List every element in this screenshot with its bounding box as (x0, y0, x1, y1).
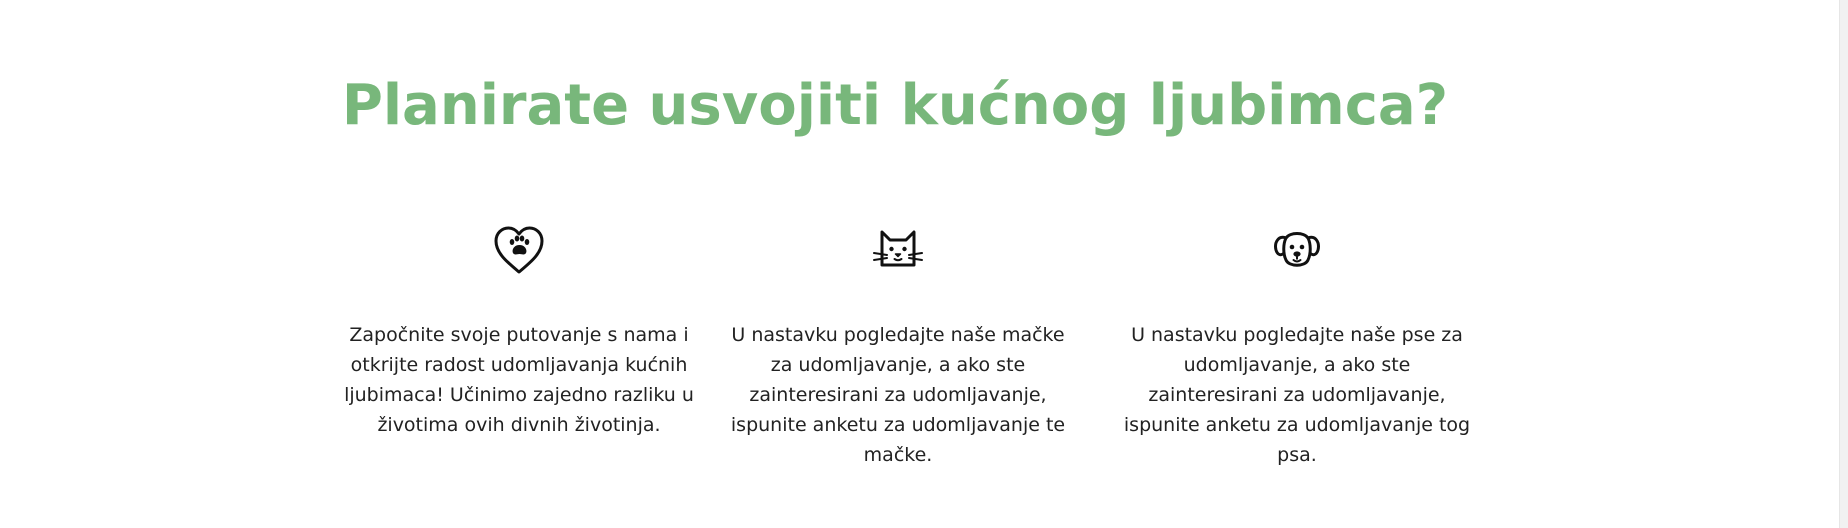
page-scrollbar[interactable] (1839, 0, 1848, 528)
feature-text: U nastavku pogledajte naše pse za udomlj… (1123, 324, 1471, 466)
feature-cats: U nastavku pogledajte naše mačke za udom… (718, 222, 1078, 470)
feature-text: Započnite svoje putovanje s nama i otkri… (344, 324, 694, 436)
features-row: Započnite svoje putovanje s nama i otkri… (0, 222, 1840, 466)
adoption-section: Planirate usvojiti kućnog ljubimca? Zapo… (0, 0, 1840, 528)
heart-paw-icon (494, 226, 544, 274)
dog-face-icon (1274, 232, 1320, 267)
feature-dogs: U nastavku pogledajte naše pse za udomlj… (1117, 222, 1477, 470)
cat-face-icon (873, 230, 923, 267)
feature-adoption-intro: Započnite svoje putovanje s nama i otkri… (339, 222, 699, 440)
feature-text: U nastavku pogledajte naše mačke za udom… (730, 324, 1066, 466)
section-title: Planirate usvojiti kućnog ljubimca? (341, 73, 1449, 138)
